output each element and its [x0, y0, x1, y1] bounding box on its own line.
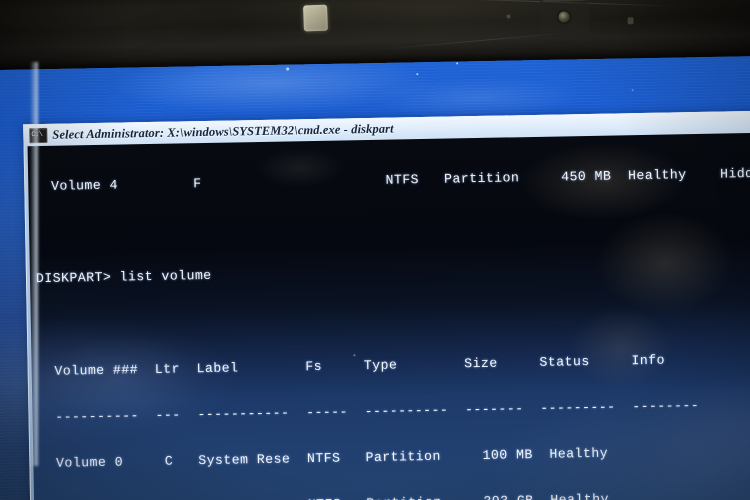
- dust-speck: [631, 89, 634, 92]
- microphone-icon: [506, 14, 511, 19]
- cmd-console-icon: [29, 127, 48, 143]
- dust-speck: [416, 73, 419, 76]
- table-separator: ---------- --- ----------- ----- -------…: [38, 397, 700, 425]
- table-row: Volume 0 C System Rese NTFS Partition 10…: [39, 445, 609, 472]
- dust-speck: [286, 67, 290, 71]
- dust-speck: [456, 62, 459, 65]
- window-title: Select Administrator: X:\windows\SYSTEM3…: [52, 121, 394, 142]
- bezel-marking: [627, 17, 634, 25]
- command-line: DISKPART> list volume: [35, 268, 212, 287]
- console-output-area[interactable]: Volume 4 F NTFS Partition 450 MB Healthy…: [27, 132, 750, 500]
- bezel-light-reflection: [303, 4, 328, 32]
- desktop-background: Select Administrator: X:\windows\SYSTEM3…: [0, 46, 750, 500]
- scrollback-line: Volume 4 F NTFS Partition 450 MB Healthy…: [34, 165, 750, 194]
- table-row: Volume 1 E NTFS Partition 393 GB Healthy: [40, 489, 750, 500]
- console-text-buffer: Volume 4 F NTFS Partition 450 MB Healthy…: [28, 132, 750, 500]
- command-prompt-window[interactable]: Select Administrator: X:\windows\SYSTEM3…: [23, 110, 750, 500]
- table-header: Volume ### Ltr Label Fs Type Size Status…: [37, 352, 666, 379]
- laptop-screen-photo: Select Administrator: X:\windows\SYSTEM3…: [0, 0, 750, 500]
